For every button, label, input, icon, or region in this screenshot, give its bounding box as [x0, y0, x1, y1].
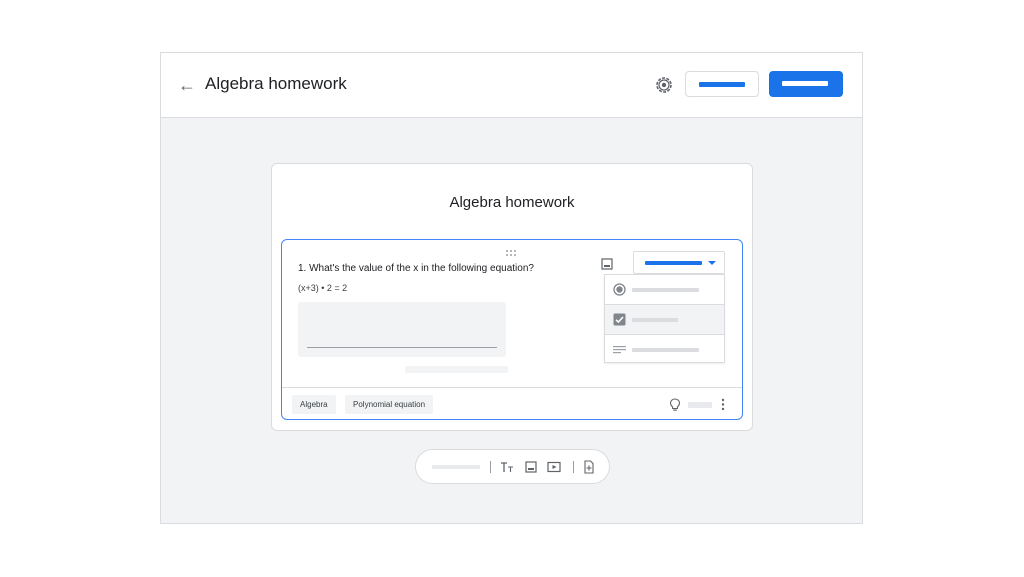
arrow-back-icon[interactable]: ← — [177, 75, 197, 95]
drag-handle-icon[interactable] — [504, 244, 518, 256]
tag-chip[interactable]: Polynomial equation — [345, 395, 434, 414]
page-title: Algebra homework — [205, 74, 347, 93]
floating-toolbar — [415, 449, 610, 484]
question-card[interactable]: 1. What's the value of the x in the foll… — [281, 239, 743, 420]
menu-item-checkboxes[interactable] — [605, 305, 724, 334]
more-vert-icon[interactable] — [721, 398, 725, 411]
image-icon[interactable] — [524, 460, 538, 474]
tag-chip[interactable]: Algebra — [292, 395, 336, 414]
form-title[interactable]: Algebra homework — [272, 194, 752, 211]
video-icon[interactable] — [547, 460, 561, 474]
question-text[interactable]: 1. What's the value of the x in the foll… — [298, 263, 534, 274]
question-type-menu — [604, 274, 725, 363]
import-question-icon[interactable] — [582, 460, 596, 474]
menu-item-paragraph[interactable] — [605, 335, 724, 364]
short-text-icon — [613, 343, 626, 356]
lightbulb-icon[interactable] — [669, 398, 681, 412]
app-window: ← Algebra homework Algebra homework 1. W… — [160, 52, 863, 524]
question-type-dropdown[interactable] — [633, 251, 725, 274]
add-question-placeholder[interactable] — [432, 465, 480, 469]
answer-input[interactable] — [298, 302, 506, 357]
publish-button[interactable] — [769, 71, 843, 97]
question-footer-divider — [282, 387, 742, 388]
toolbar-divider — [573, 461, 574, 473]
points-placeholder — [688, 402, 712, 408]
dropdown-arrow-icon — [708, 261, 716, 265]
gear-icon[interactable] — [653, 74, 675, 96]
text-format-icon[interactable] — [500, 460, 514, 474]
checkbox-icon — [613, 313, 626, 326]
radio-button-icon — [613, 283, 626, 296]
toolbar-divider — [490, 461, 491, 473]
answer-hint-placeholder — [405, 366, 508, 373]
preview-button[interactable] — [685, 71, 759, 97]
question-equation[interactable]: (x+3) • 2 = 2 — [298, 283, 347, 293]
header-bar: ← Algebra homework — [161, 53, 862, 118]
add-image-icon[interactable] — [601, 257, 613, 270]
menu-item-multiple-choice[interactable] — [605, 275, 724, 304]
